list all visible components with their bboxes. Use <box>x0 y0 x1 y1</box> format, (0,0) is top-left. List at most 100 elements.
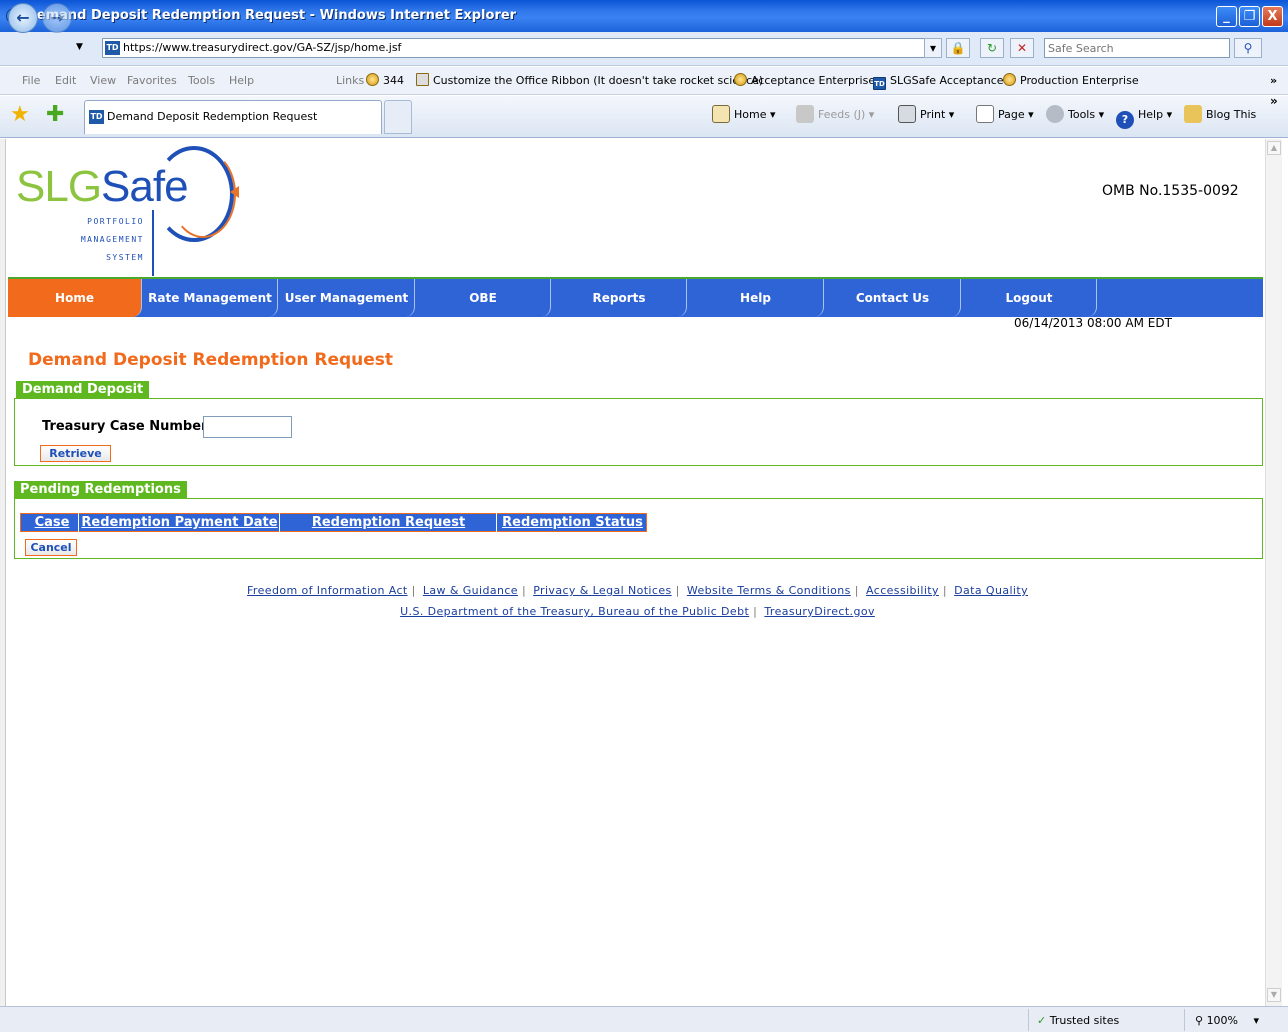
nav-user-management[interactable]: User Management <box>279 279 415 317</box>
page-title: Demand Deposit Redemption Request <box>28 350 394 370</box>
close-button[interactable]: X <box>1262 6 1283 27</box>
blog-command[interactable]: Blog This <box>1184 96 1256 134</box>
search-input[interactable] <box>1044 38 1230 58</box>
column-case[interactable]: Case <box>26 513 79 532</box>
scroll-up-icon[interactable]: ▲ <box>1267 141 1281 155</box>
refresh-icon[interactable]: ↻ <box>980 38 1004 58</box>
stop-icon[interactable]: ✕ <box>1010 38 1034 58</box>
nav-home[interactable]: Home <box>8 279 142 317</box>
tool-icon <box>416 73 429 86</box>
link-344[interactable]: 344 <box>366 67 404 95</box>
footer-link-foia[interactable]: Freedom of Information Act <box>247 584 408 597</box>
menu-tools[interactable]: Tools <box>188 67 215 95</box>
restore-button[interactable]: ❐ <box>1239 6 1260 27</box>
security-zone[interactable]: ✓ Trusted sites <box>1028 1009 1183 1031</box>
left-frame-border <box>0 139 6 1006</box>
window-title: Demand Deposit Redemption Request - Wind… <box>26 8 517 23</box>
nav-rate-management[interactable]: Rate Management <box>143 279 278 317</box>
nav-logout[interactable]: Logout <box>962 279 1097 317</box>
scroll-down-icon[interactable]: ▼ <box>1267 988 1281 1002</box>
logo-tagline-2: MANAGEMENT <box>80 235 144 244</box>
footer-link-data-quality[interactable]: Data Quality <box>954 584 1028 597</box>
footer-separator: | <box>675 584 680 597</box>
column-redemption-request-number[interactable]: Redemption Request Number <box>281 513 497 549</box>
footer-link-treasury-bpd[interactable]: U.S. Department of the Treasury, Bureau … <box>400 605 749 618</box>
logo-wordmark: SLGSafe <box>16 162 189 212</box>
print-command[interactable]: Print ▾ <box>898 96 954 134</box>
column-redemption-status[interactable]: Redemption Status <box>498 513 647 532</box>
footer-link-law-guidance[interactable]: Law & Guidance <box>423 584 518 597</box>
printer-icon <box>898 105 916 123</box>
command-label: Help <box>1138 108 1164 121</box>
logo-wordmark-slg: SLG <box>16 162 102 211</box>
link-slgsafe-acceptance[interactable]: TD SLGSafe Acceptance <box>873 67 1004 95</box>
nav-contact-us[interactable]: Contact Us <box>825 279 961 317</box>
link-label: SLGSafe Acceptance <box>890 74 1004 87</box>
search-icon[interactable]: ⚲ <box>1234 38 1262 58</box>
treasury-case-number-input[interactable] <box>203 416 292 438</box>
chevron-right-icon[interactable]: » <box>1270 67 1277 95</box>
command-label: Page <box>998 108 1025 121</box>
chevron-right-icon[interactable]: » <box>1270 94 1278 108</box>
tab-current[interactable]: TD Demand Deposit Redemption Request <box>84 100 382 134</box>
footer-link-treasurydirect[interactable]: TreasuryDirect.gov <box>764 605 874 618</box>
minimize-button[interactable]: _ <box>1216 6 1237 27</box>
command-label: Home <box>734 108 767 121</box>
omb-number: OMB No.1535-0092 <box>1102 183 1239 199</box>
feeds-command[interactable]: Feeds (J) ▾ <box>796 96 874 134</box>
cancel-button[interactable]: Cancel <box>25 539 77 556</box>
logo-tagline-3: SYSTEM <box>106 253 144 262</box>
chevron-down-icon: ▾ <box>1253 1014 1260 1027</box>
footer-link-terms[interactable]: Website Terms & Conditions <box>687 584 851 597</box>
checkmark-icon: ✓ <box>1037 1014 1047 1027</box>
menu-links-bar: File Edit View Favorites Tools Help Link… <box>0 67 1288 95</box>
link-acceptance-enterprise[interactable]: Acceptance Enterprise <box>734 67 875 95</box>
address-url: https://www.treasurydirect.gov/GA-SZ/jsp… <box>123 41 402 54</box>
link-production-enterprise[interactable]: Production Enterprise <box>1003 67 1139 95</box>
home-command[interactable]: Home ▾ <box>712 96 776 134</box>
menu-help[interactable]: Help <box>229 67 254 95</box>
history-dropdown-icon[interactable]: ▼ <box>76 42 83 52</box>
column-redemption-payment-date[interactable]: Redemption Payment Date <box>80 513 280 532</box>
favorites-star-icon[interactable]: ★ <box>10 102 30 127</box>
retrieve-button[interactable]: Retrieve <box>40 445 111 462</box>
nav-help[interactable]: Help <box>688 279 824 317</box>
footer-separator: | <box>521 584 526 597</box>
ie-page-icon <box>734 73 747 86</box>
tools-command[interactable]: Tools ▾ <box>1046 96 1104 134</box>
command-label: Print <box>920 108 946 121</box>
zoom-control[interactable]: ⚲ 100% ▾ <box>1184 1009 1274 1031</box>
logo-wordmark-safe: Safe <box>101 162 189 211</box>
footer-link-accessibility[interactable]: Accessibility <box>866 584 939 597</box>
footer-separator: | <box>411 584 416 597</box>
menu-view[interactable]: View <box>90 67 116 95</box>
nav-reports[interactable]: Reports <box>552 279 687 317</box>
page-command[interactable]: Page ▾ <box>976 96 1034 134</box>
help-command[interactable]: ? Help ▾ <box>1116 96 1172 134</box>
magnifier-icon: ⚲ <box>1195 1014 1204 1027</box>
ie-page-icon <box>1003 73 1016 86</box>
pending-redemptions-heading: Pending Redemptions <box>14 481 187 499</box>
nav-obe[interactable]: OBE <box>416 279 551 317</box>
add-favorite-icon[interactable]: ✚ <box>46 102 64 127</box>
menu-favorites[interactable]: Favorites <box>127 67 177 95</box>
link-label: 344 <box>383 74 404 87</box>
vertical-scrollbar[interactable]: ▲ ▼ <box>1265 139 1282 1006</box>
menu-edit[interactable]: Edit <box>55 67 76 95</box>
gear-icon <box>1046 105 1064 123</box>
link-label: Acceptance Enterprise <box>751 74 876 87</box>
menu-file[interactable]: File <box>22 67 40 95</box>
back-button[interactable]: ← <box>8 3 38 33</box>
new-tab-button[interactable] <box>384 100 412 134</box>
logo-tagline-1: PORTFOLIO <box>87 217 144 226</box>
address-input[interactable]: TD https://www.treasurydirect.gov/GA-SZ/… <box>102 38 942 58</box>
link-label: Production Enterprise <box>1020 74 1139 87</box>
lock-icon[interactable]: 🔒 <box>946 38 970 58</box>
security-zone-label: Trusted sites <box>1049 1014 1120 1027</box>
address-dropdown-icon[interactable]: ▾ <box>924 38 942 58</box>
command-label: Tools <box>1068 108 1096 121</box>
link-customize-ribbon[interactable]: Customize the Office Ribbon (It doesn't … <box>416 67 763 95</box>
tab-label: Demand Deposit Redemption Request <box>107 110 318 123</box>
footer-link-privacy[interactable]: Privacy & Legal Notices <box>533 584 671 597</box>
forward-button[interactable]: → <box>42 3 72 33</box>
